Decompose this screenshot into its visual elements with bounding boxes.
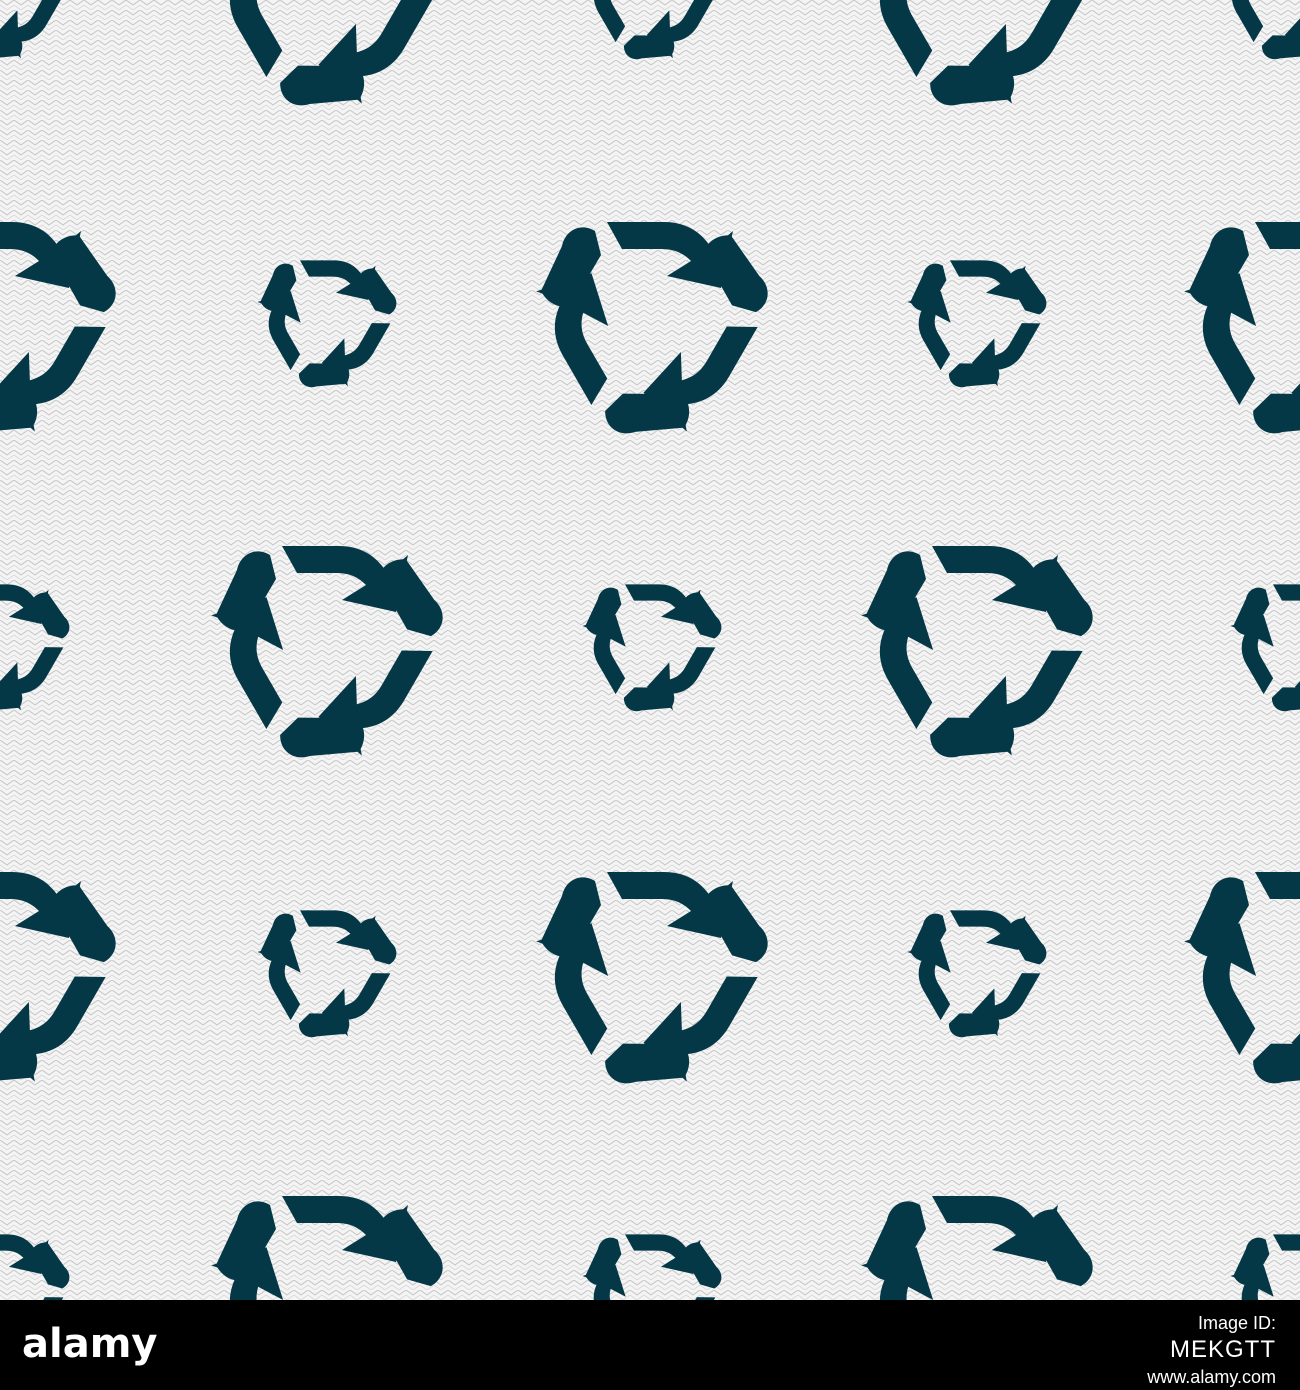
recycle-pattern-image — [0, 0, 1300, 1300]
image-id-block: Image ID: MEKGTT www.alamy.com — [1147, 1312, 1276, 1388]
image-site: www.alamy.com — [1147, 1367, 1276, 1387]
image-id-code: MEKGTT — [1170, 1336, 1276, 1363]
pattern-canvas — [0, 0, 1300, 1300]
alamy-logo: alamy — [22, 1321, 158, 1367]
watermark-bar: alamy Image ID: MEKGTT www.alamy.com — [0, 1300, 1300, 1390]
image-id-label: Image ID: — [1197, 1313, 1276, 1333]
zigzag-texture — [0, 0, 1300, 1300]
